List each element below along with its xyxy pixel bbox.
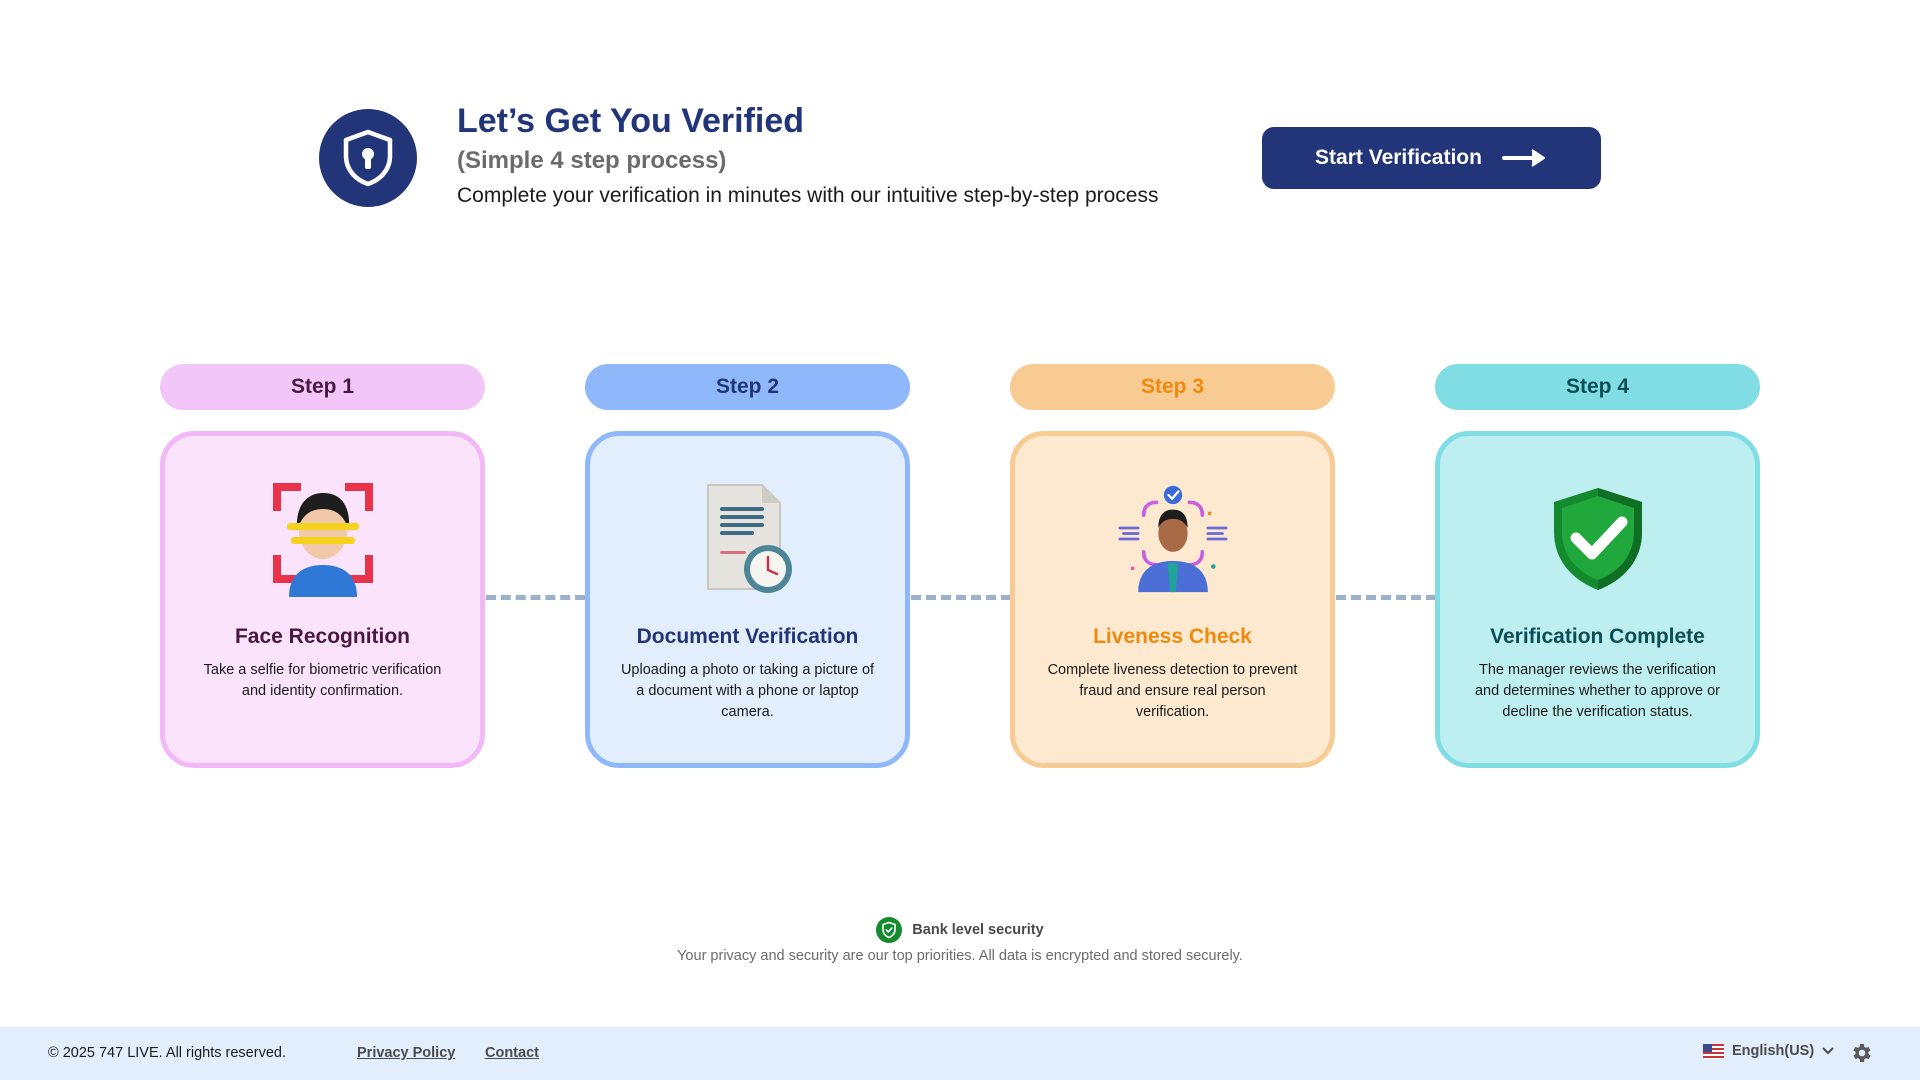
security-description: Your privacy and security are our top pr…	[677, 948, 1243, 964]
security-label: Bank level security	[912, 922, 1044, 938]
start-verification-label: Start Verification	[1315, 146, 1482, 169]
arrow-right-icon	[1501, 149, 1545, 167]
step-4-title: Verification Complete	[1490, 625, 1705, 648]
language-selector[interactable]: English(US)	[1703, 1043, 1834, 1059]
security-shield-icon	[876, 917, 903, 943]
gear-icon[interactable]	[1849, 1041, 1873, 1065]
copyright-text: © 2025 747 LIVE. All rights reserved.	[48, 1045, 286, 1061]
step-card-verification-complete: Verification Complete The manager review…	[1435, 431, 1760, 768]
step-2-pill: Step 2	[585, 364, 910, 410]
security-badge: Bank level security	[0, 917, 1920, 943]
verification-landing-page: Let’s Get You Verified (Simple 4 step pr…	[0, 0, 1920, 1080]
step-4-description: The manager reviews the verification and…	[1474, 662, 1721, 720]
step-card-face-recognition: Face Recognition Take a selfie for biome…	[160, 431, 485, 768]
face-scan-icon	[268, 480, 378, 598]
us-flag-icon	[1703, 1043, 1724, 1059]
page-title: Let’s Get You Verified	[457, 102, 805, 140]
step-connector	[911, 595, 1011, 600]
step-1-title: Face Recognition	[234, 625, 411, 648]
shield-check-icon	[1543, 480, 1653, 598]
language-label: English(US)	[1732, 1043, 1815, 1059]
hero-text-block: Let’s Get You Verified (Simple 4 step pr…	[457, 100, 1158, 210]
privacy-policy-link[interactable]: Privacy Policy	[357, 1045, 455, 1061]
page-description: Complete your verification in minutes wi…	[457, 184, 1159, 207]
document-clock-icon	[693, 480, 803, 598]
footer: © 2025 747 LIVE. All rights reserved. Pr…	[0, 1027, 1920, 1080]
liveness-person-icon	[1117, 480, 1228, 598]
step-1-description: Take a selfie for biometric verification…	[203, 662, 442, 699]
step-2-description: Uploading a photo or taking a picture of…	[620, 662, 875, 720]
step-4-pill: Step 4	[1435, 364, 1760, 410]
step-3-description: Complete liveness detection to prevent f…	[1047, 662, 1298, 720]
step-card-liveness-check: Liveness Check Complete liveness detecti…	[1010, 431, 1335, 768]
step-3-pill: Step 3	[1010, 364, 1335, 410]
contact-link[interactable]: Contact	[485, 1045, 539, 1061]
step-connector	[486, 595, 585, 600]
start-verification-button[interactable]: Start Verification	[1262, 127, 1601, 189]
step-3-title: Liveness Check	[1093, 625, 1252, 648]
step-card-document-verification: Document Verification Uploading a photo …	[585, 431, 910, 768]
page-subtitle: (Simple 4 step process)	[457, 147, 727, 174]
step-connector	[1336, 595, 1436, 600]
step-2-title: Document Verification	[636, 625, 859, 648]
step-1-pill: Step 1	[160, 364, 485, 410]
shield-lock-icon	[319, 109, 417, 207]
chevron-down-icon	[1822, 1047, 1834, 1055]
